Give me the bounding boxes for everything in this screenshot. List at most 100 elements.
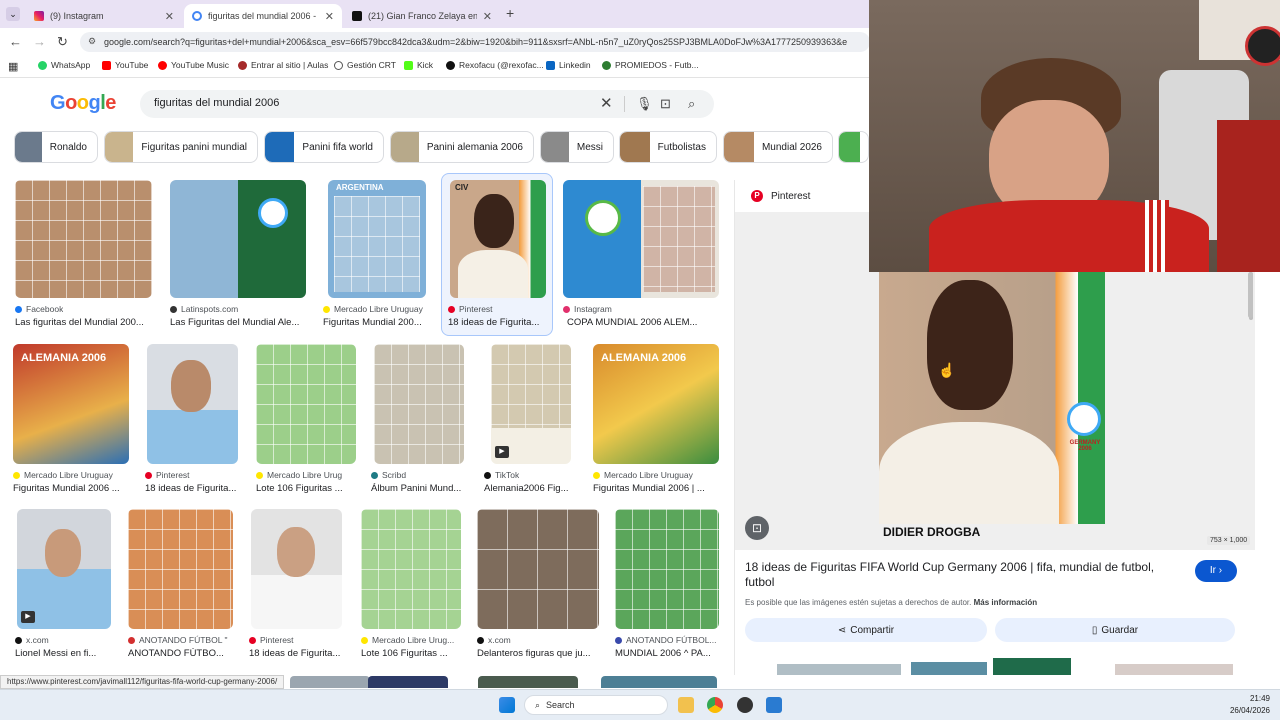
tab-instagram[interactable]: (9) Instagram ✕ bbox=[26, 4, 182, 28]
result-item[interactable]: Latinspots.com Las Figuritas del Mundial… bbox=[170, 180, 306, 330]
preview-source[interactable]: P Pinterest bbox=[751, 190, 810, 202]
microphone-icon[interactable]: 🎙 bbox=[636, 96, 653, 112]
preview-title[interactable]: 18 ideas de Figuritas FIFA World Cup Ger… bbox=[745, 560, 1165, 590]
result-image-partial[interactable] bbox=[601, 676, 717, 688]
share-button[interactable]: ⋖ Compartir bbox=[745, 618, 987, 642]
clock-date[interactable]: 26/04/2026 bbox=[1214, 706, 1270, 715]
bookmark-aulas[interactable]: Entrar al sitio | Aulas bbox=[238, 60, 328, 70]
related-image-partial[interactable] bbox=[911, 662, 987, 675]
result-item[interactable]: ARGENTINA Mercado Libre Uruguay Figurita… bbox=[323, 180, 431, 330]
address-bar[interactable]: ⚙ google.com/search?q=figuritas+del+mund… bbox=[80, 32, 870, 52]
search-input[interactable]: figuritas del mundial 2006 bbox=[154, 97, 279, 109]
related-image-partial[interactable] bbox=[1115, 664, 1233, 675]
preview-image[interactable]: GERMANY 2006 bbox=[879, 272, 1105, 524]
result-image-partial[interactable] bbox=[478, 676, 578, 688]
bookmark-whatsapp[interactable]: WhatsApp bbox=[38, 60, 90, 70]
result-image[interactable] bbox=[15, 180, 152, 298]
result-item[interactable]: Facebook Las figuritas del Mundial 200..… bbox=[15, 180, 152, 330]
result-item[interactable]: ANOTANDO FÚTBOL " ANOTANDO FÚTBO... bbox=[128, 509, 233, 659]
lens-search-icon[interactable]: ⊡ bbox=[745, 516, 769, 540]
more-info-link[interactable]: Más información bbox=[974, 598, 1038, 607]
result-caption[interactable]: COPA MUNDIAL 2006 ALEM... bbox=[563, 317, 719, 328]
chip-ronaldo[interactable]: Ronaldo bbox=[14, 131, 98, 163]
result-item[interactable]: Pinterest 18 ideas de Figurita... bbox=[145, 344, 240, 494]
bookmark-linkedin[interactable]: Linkedin bbox=[546, 60, 591, 70]
result-item[interactable]: ALEMANIA 2006 Mercado Libre Uruguay Figu… bbox=[593, 344, 719, 494]
bookmark-youtube-music[interactable]: YouTube Music bbox=[158, 60, 229, 70]
result-caption[interactable]: Delanteros figuras que ju... bbox=[477, 648, 599, 659]
apps-icon[interactable]: ▦ bbox=[8, 60, 18, 73]
result-item[interactable]: Scribd Álbum Panini Mund... bbox=[371, 344, 467, 494]
close-tab-icon[interactable]: ✕ bbox=[165, 10, 174, 23]
related-image-partial[interactable] bbox=[777, 664, 901, 675]
file-explorer-icon[interactable] bbox=[678, 697, 694, 713]
result-caption[interactable]: Lionel Messi en fi... bbox=[15, 648, 113, 659]
result-caption[interactable]: 18 ideas de Figurita... bbox=[249, 648, 344, 659]
camera-lens-icon[interactable]: ⊡ bbox=[660, 96, 671, 112]
result-image[interactable]: CIV bbox=[450, 180, 546, 298]
result-image[interactable]: ARGENTINA bbox=[328, 180, 426, 298]
result-image[interactable]: ▶ bbox=[491, 344, 571, 464]
site-info-icon[interactable]: ⚙ bbox=[88, 36, 96, 47]
result-image[interactable] bbox=[170, 180, 306, 298]
obs-icon[interactable] bbox=[737, 697, 753, 713]
result-caption[interactable]: Lote 106 Figuritas ... bbox=[361, 648, 461, 659]
result-image[interactable]: ALEMANIA 2006 bbox=[13, 344, 129, 464]
tab-search-icon[interactable]: ⌄ bbox=[6, 7, 20, 21]
search-box[interactable]: figuritas del mundial 2006 ✕ 🎙 ⊡ ⌕ bbox=[140, 90, 714, 118]
chip-messi[interactable]: Messi bbox=[540, 131, 614, 163]
result-item[interactable]: Pinterest 18 ideas de Figurita... bbox=[249, 509, 344, 659]
result-image[interactable] bbox=[477, 509, 599, 629]
result-caption[interactable]: Álbum Panini Mund... bbox=[371, 483, 467, 494]
result-caption[interactable]: MUNDIAL 2006 ^ PA... bbox=[615, 648, 719, 659]
google-logo[interactable]: Google bbox=[50, 92, 116, 115]
result-caption[interactable]: Figuritas Mundial 2006 ... bbox=[13, 483, 129, 494]
result-image[interactable] bbox=[251, 509, 342, 629]
forward-icon[interactable]: → bbox=[33, 34, 46, 49]
result-item[interactable]: CIV Pinterest 18 ideas de Figurita... bbox=[448, 180, 548, 330]
result-image[interactable] bbox=[147, 344, 238, 464]
chip-panini-fifa-world[interactable]: Panini fifa world bbox=[264, 131, 384, 163]
chip-mundial-2026[interactable]: Mundial 2026 bbox=[723, 131, 833, 163]
bookmark-gestion-crt[interactable]: Gestión CRT bbox=[334, 60, 396, 70]
clear-icon[interactable]: ✕ bbox=[600, 94, 613, 112]
result-image-partial[interactable] bbox=[290, 676, 370, 688]
result-caption[interactable]: Alemania2006 Fig... bbox=[484, 483, 574, 494]
bookmark-youtube[interactable]: YouTube bbox=[102, 60, 148, 70]
result-caption[interactable]: Las Figuritas del Mundial Ale... bbox=[170, 317, 306, 328]
result-item[interactable]: Mercado Libre Urug... Lote 106 Figuritas… bbox=[361, 509, 461, 659]
reload-icon[interactable]: ↻ bbox=[57, 34, 68, 50]
chip-panini-alemania-2006[interactable]: Panini alemania 2006 bbox=[390, 131, 534, 163]
result-item[interactable]: x.com Delanteros figuras que ju... bbox=[477, 509, 599, 659]
app-icon[interactable] bbox=[766, 697, 782, 713]
result-caption[interactable]: 18 ideas de Figurita... bbox=[448, 317, 548, 328]
result-image[interactable] bbox=[563, 180, 719, 298]
close-tab-icon[interactable]: ✕ bbox=[483, 10, 492, 23]
clock-time[interactable]: 21:49 bbox=[1230, 694, 1270, 703]
save-button[interactable]: ▯ Guardar bbox=[995, 618, 1235, 642]
close-tab-icon[interactable]: ✕ bbox=[325, 10, 334, 23]
result-item[interactable]: ▶ TikTok Alemania2006 Fig... bbox=[484, 344, 574, 494]
result-image[interactable] bbox=[128, 509, 233, 629]
tab-x[interactable]: (21) Gian Franco Zelaya en X: " ✕ bbox=[344, 4, 500, 28]
result-caption[interactable]: ANOTANDO FÚTBO... bbox=[128, 648, 233, 659]
result-item[interactable]: Instagram COPA MUNDIAL 2006 ALEM... bbox=[563, 180, 719, 330]
result-image[interactable] bbox=[256, 344, 356, 464]
result-image[interactable] bbox=[361, 509, 461, 629]
result-image[interactable]: ALEMANIA 2006 bbox=[593, 344, 719, 464]
chip-more[interactable] bbox=[838, 131, 869, 163]
result-caption[interactable]: Las figuritas del Mundial 200... bbox=[15, 317, 152, 328]
bookmark-kick[interactable]: Kick bbox=[404, 60, 433, 70]
page-scrollbar[interactable] bbox=[1248, 272, 1253, 318]
result-image[interactable]: ▶ bbox=[17, 509, 111, 629]
bookmark-promiedos[interactable]: PROMIEDOS - Futb... bbox=[602, 60, 699, 70]
taskbar-search[interactable]: ⌕ Search bbox=[524, 695, 668, 715]
result-image[interactable] bbox=[615, 509, 719, 629]
bookmark-rexofacu[interactable]: Rexofacu (@rexofac... bbox=[446, 60, 544, 70]
result-item[interactable]: ALEMANIA 2006 Mercado Libre Uruguay Figu… bbox=[13, 344, 129, 494]
chip-figuritas-panini-mundial[interactable]: Figuritas panini mundial bbox=[104, 131, 258, 163]
result-caption[interactable]: 18 ideas de Figurita... bbox=[145, 483, 240, 494]
result-item[interactable]: ANOTANDO FÚTBOL... MUNDIAL 2006 ^ PA... bbox=[615, 509, 719, 659]
tab-google-search[interactable]: figuritas del mundial 2006 - Bu ✕ bbox=[184, 4, 342, 28]
new-tab-icon[interactable]: + bbox=[506, 5, 514, 21]
